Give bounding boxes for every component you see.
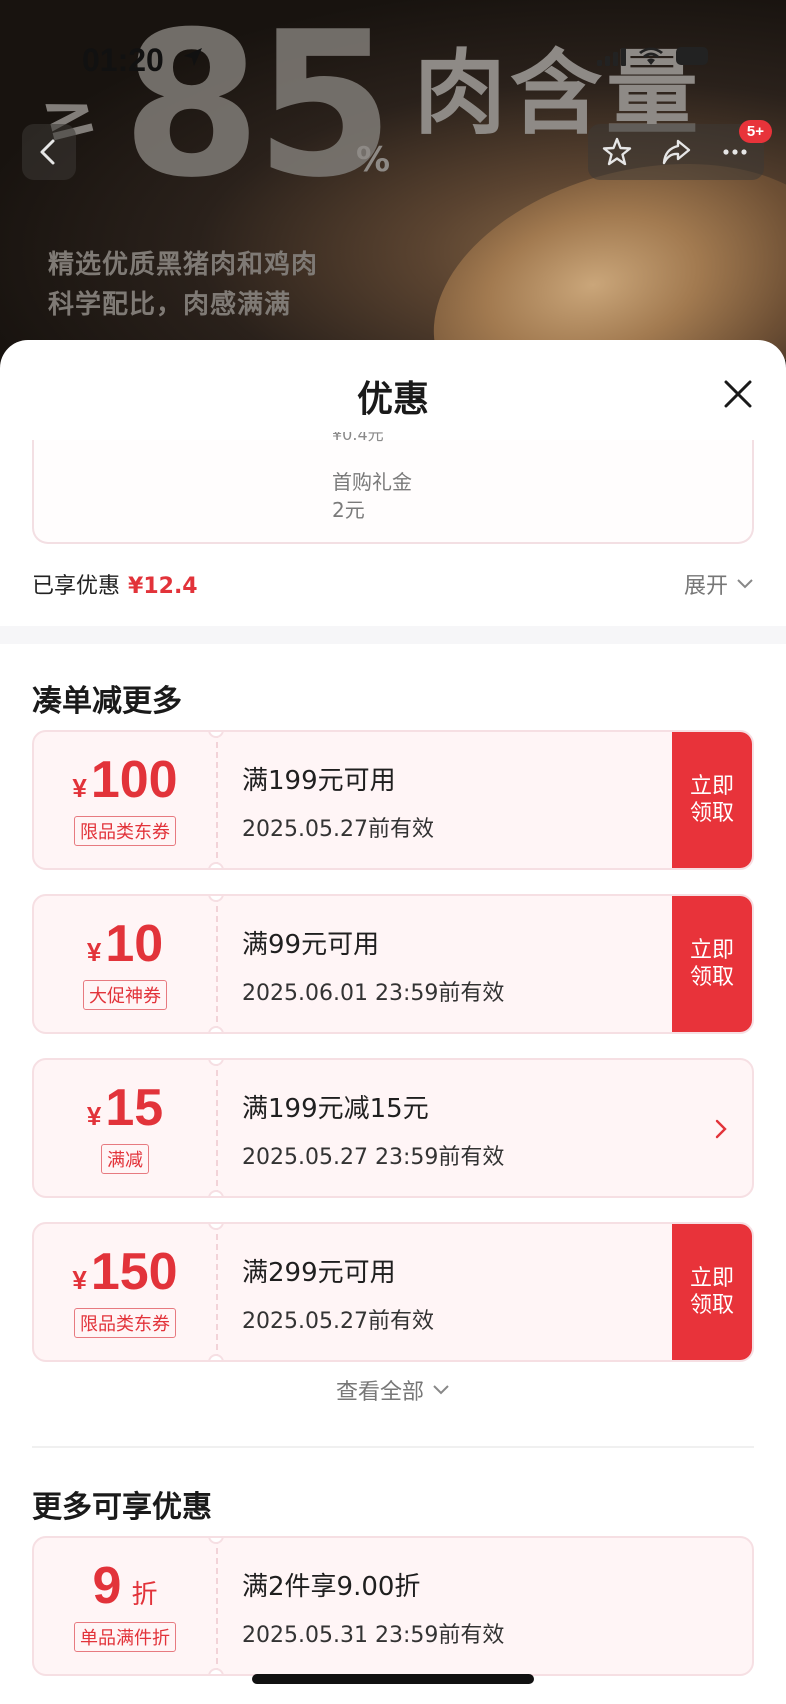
coupon-tag: 限品类东券 <box>74 816 176 846</box>
coupon-condition: 满199元可用 <box>242 766 396 796</box>
banner-line-2: 科学配比，肉感满满 <box>48 290 292 320</box>
battery-icon <box>676 47 708 65</box>
view-all-label: 查看全部 <box>335 1380 424 1405</box>
previous-item-value: ¥0.4元 <box>332 432 384 444</box>
banner-line-1: 精选优质黑猪肉和鸡肉 <box>48 250 319 280</box>
coupon-validity: 2025.05.27前有效 <box>242 1309 434 1334</box>
signal-icon <box>597 46 626 66</box>
chevron-down-icon <box>433 1385 449 1395</box>
view-all-button[interactable]: 查看全部 <box>0 1374 786 1406</box>
message-count-badge: 5+ <box>738 120 772 143</box>
claim-button[interactable]: 立即领取 <box>672 896 752 1032</box>
coupon-amount: ¥150 <box>72 1243 178 1301</box>
share-icon[interactable] <box>659 135 693 169</box>
claim-button[interactable]: 立即领取 <box>672 732 752 868</box>
action-button-group <box>588 124 764 180</box>
first-purchase-gift-label: 首购礼金 <box>332 470 412 494</box>
coupon-condition: 满99元可用 <box>242 930 380 960</box>
divider <box>32 1446 754 1448</box>
chevron-left-icon <box>40 139 55 165</box>
sheet-title: 优惠 <box>356 379 429 420</box>
coupon-tag: 满减 <box>101 1144 149 1174</box>
location-arrow-icon <box>184 48 202 66</box>
banner-percent: % <box>356 140 391 180</box>
coupon-validity: 2025.06.01 23:59前有效 <box>242 981 505 1006</box>
enjoyed-amount: ¥12.4 <box>128 574 198 599</box>
coupon-card[interactable]: ¥15 满减 满199元减15元 2025.05.27 23:59前有效 <box>32 1058 754 1198</box>
close-icon[interactable] <box>718 374 758 414</box>
discount-amount: 9折 <box>92 1557 158 1615</box>
status-time: 01:20 <box>82 42 164 78</box>
back-button[interactable] <box>22 124 76 180</box>
expand-button[interactable]: 展开 <box>684 568 754 600</box>
banner-number: 85 <box>122 0 394 222</box>
enjoyed-label: 已享优惠 <box>32 574 121 599</box>
chevron-right-icon[interactable] <box>714 1118 728 1140</box>
discount-card[interactable]: 9折 单品满件折 满2件享9.00折 2025.05.31 23:59前有效 <box>32 1536 754 1676</box>
star-icon[interactable] <box>600 135 634 169</box>
chevron-down-icon <box>737 579 753 589</box>
coupon-tag: 大促神券 <box>83 980 167 1010</box>
enjoyed-discount: 已享优惠 ¥12.4 <box>32 568 198 600</box>
coupon-tag: 限品类东券 <box>74 1308 176 1338</box>
status-icons <box>597 46 708 66</box>
coupon-card[interactable]: ¥150 限品类东券 满299元可用 2025.05.27前有效 立即领取 <box>32 1222 754 1362</box>
home-indicator <box>252 1674 534 1684</box>
coupon-amount: ¥15 <box>86 1079 164 1137</box>
coupon-validity: 2025.05.27 23:59前有效 <box>242 1145 505 1170</box>
coupon-amount: ¥10 <box>86 915 164 973</box>
coupon-card[interactable]: ¥100 限品类东券 满199元可用 2025.05.27前有效 立即领取 <box>32 730 754 870</box>
discount-tag: 单品满件折 <box>74 1622 176 1652</box>
coupon-card[interactable]: ¥10 大促神券 满99元可用 2025.06.01 23:59前有效 立即领取 <box>32 894 754 1034</box>
section-title-more-offers: 更多可享优惠 <box>32 1490 212 1525</box>
discount-validity: 2025.05.31 23:59前有效 <box>242 1623 505 1648</box>
discount-sheet: 优惠 ¥0.4元 首购礼金 2元 已享优惠 ¥12.4 展开 凑单减更多 ¥100… <box>0 340 786 1704</box>
coupon-amount: ¥100 <box>72 751 178 809</box>
enjoyed-discount-row: 已享优惠 ¥12.4 展开 <box>32 566 754 602</box>
first-purchase-gift-value: 2元 <box>332 498 365 522</box>
section-title-more-savings: 凑单减更多 <box>32 684 182 719</box>
wifi-icon <box>639 47 663 65</box>
coupon-validity: 2025.05.27前有效 <box>242 817 434 842</box>
claim-button[interactable]: 立即领取 <box>672 1224 752 1360</box>
coupon-condition: 满299元可用 <box>242 1258 396 1288</box>
discount-condition: 满2件享9.00折 <box>242 1572 421 1602</box>
section-divider <box>0 626 786 644</box>
expand-label: 展开 <box>683 574 728 599</box>
coupon-condition: 满199元减15元 <box>242 1094 429 1124</box>
